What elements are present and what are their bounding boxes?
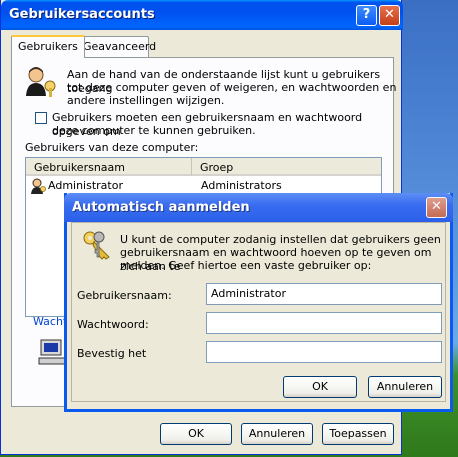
intro-line-3: andere instellingen wijzigen. xyxy=(67,94,225,107)
username-field[interactable]: Administrator xyxy=(206,283,442,305)
password-label: Wachtwoord: xyxy=(77,318,149,331)
auto-logon-dialog: Automatisch aanmelden ✕ U kunt de comput… xyxy=(64,193,453,412)
checkbox-label-line-2: deze computer te kunnen gebruiken. xyxy=(52,124,256,137)
username-label: Gebruikersnaam: xyxy=(77,289,172,302)
dialog-desc-line-1: U kunt de computer zodanig instellen dat… xyxy=(120,233,441,246)
dialog-titlebar[interactable]: Automatisch aanmelden ✕ xyxy=(64,193,453,222)
tab-label: Gebruikers xyxy=(18,40,78,53)
dialog-desc-line-3: melden. Geef hiertoe een vaste gebruiker… xyxy=(120,259,372,272)
row-username: Administrator xyxy=(48,179,123,192)
row-group: Administrators xyxy=(201,179,282,192)
dialog-title: Automatisch aanmelden xyxy=(72,200,250,215)
tab-gebruikers[interactable]: Gebruikers xyxy=(11,35,85,58)
dialog-ok-button[interactable]: OK xyxy=(283,376,357,398)
password-field[interactable] xyxy=(206,312,442,334)
user-icon xyxy=(31,178,46,194)
table-row[interactable]: Administrator Administrators xyxy=(26,178,381,194)
confirm-password-label: Bevestig het xyxy=(77,347,147,360)
keys-icon xyxy=(83,231,110,260)
close-icon[interactable]: ✕ xyxy=(379,5,400,26)
ok-button[interactable]: OK xyxy=(160,423,232,445)
button-label: Annuleren xyxy=(376,380,434,393)
computer-icon xyxy=(38,339,66,365)
close-icon[interactable]: ✕ xyxy=(426,197,447,218)
password-group-label: Wacht xyxy=(33,315,68,328)
tab-geavanceerd[interactable]: Geavanceerd xyxy=(76,36,156,57)
window-titlebar[interactable]: Gebruikersaccounts ? ✕ xyxy=(1,0,403,30)
cancel-button[interactable]: Annuleren xyxy=(241,423,313,445)
help-icon[interactable]: ? xyxy=(356,5,377,26)
users-icon xyxy=(26,67,56,97)
button-label: Toepassen xyxy=(329,427,387,440)
column-header-label: Groep xyxy=(200,161,234,174)
dialog-cancel-button[interactable]: Annuleren xyxy=(368,376,442,398)
button-label: OK xyxy=(188,427,204,440)
column-header-label: Gebruikersnaam xyxy=(34,161,125,174)
button-label: OK xyxy=(312,380,328,393)
apply-button[interactable]: Toepassen xyxy=(322,423,394,445)
confirm-password-field[interactable] xyxy=(206,341,442,363)
window-title: Gebruikersaccounts xyxy=(9,7,155,22)
user-list-label: Gebruikers van deze computer: xyxy=(25,141,199,154)
require-password-checkbox[interactable] xyxy=(35,112,47,124)
button-label: Annuleren xyxy=(248,427,306,440)
intro-line-2: tot deze computer geven of weigeren, en … xyxy=(67,81,397,94)
tab-label: Geavanceerd xyxy=(83,40,157,53)
column-header-username[interactable]: Gebruikersnaam xyxy=(26,158,192,176)
column-header-group[interactable]: Groep xyxy=(192,158,381,176)
